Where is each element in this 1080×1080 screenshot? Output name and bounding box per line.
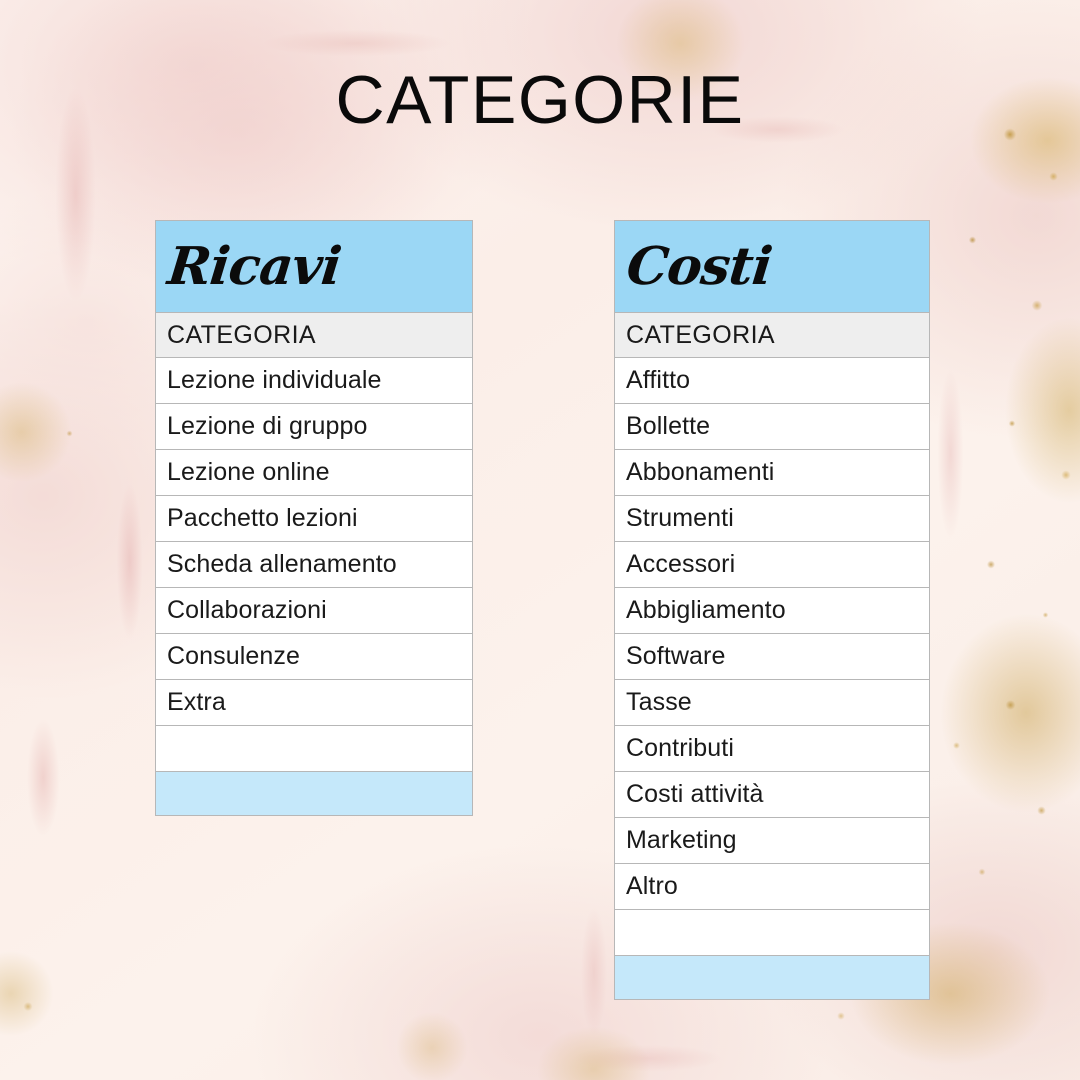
table-row[interactable]: Costi attività	[615, 772, 929, 818]
table-costi-footer	[615, 956, 929, 999]
table-ricavi: Ricavi CATEGORIA Lezione individuale Lez…	[155, 220, 473, 816]
table-row[interactable]: Extra	[156, 680, 472, 726]
table-row[interactable]: Lezione individuale	[156, 358, 472, 404]
table-row[interactable]: Scheda allenamento	[156, 542, 472, 588]
table-row-empty[interactable]	[156, 726, 472, 772]
table-costi: Costi CATEGORIA Affitto Bollette Abbonam…	[614, 220, 930, 1000]
table-costi-header: Costi	[615, 221, 929, 312]
table-costi-title: Costi	[623, 235, 775, 297]
table-ricavi-column-header: CATEGORIA	[156, 312, 472, 358]
table-ricavi-title: Ricavi	[164, 235, 344, 297]
table-row[interactable]: Contributi	[615, 726, 929, 772]
table-row[interactable]: Abbigliamento	[615, 588, 929, 634]
table-ricavi-header: Ricavi	[156, 221, 472, 312]
table-row[interactable]: Collaborazioni	[156, 588, 472, 634]
table-row[interactable]: Bollette	[615, 404, 929, 450]
table-row[interactable]: Lezione online	[156, 450, 472, 496]
table-row[interactable]: Accessori	[615, 542, 929, 588]
table-row[interactable]: Pacchetto lezioni	[156, 496, 472, 542]
table-row[interactable]: Affitto	[615, 358, 929, 404]
slide-canvas: CATEGORIE Ricavi CATEGORIA Lezione indiv…	[0, 0, 1080, 1080]
table-row[interactable]: Tasse	[615, 680, 929, 726]
table-row-empty[interactable]	[615, 910, 929, 956]
table-row[interactable]: Marketing	[615, 818, 929, 864]
table-row[interactable]: Consulenze	[156, 634, 472, 680]
table-row[interactable]: Strumenti	[615, 496, 929, 542]
table-ricavi-footer	[156, 772, 472, 815]
table-costi-column-header: CATEGORIA	[615, 312, 929, 358]
table-row[interactable]: Lezione di gruppo	[156, 404, 472, 450]
page-title: CATEGORIE	[335, 62, 745, 138]
table-row[interactable]: Altro	[615, 864, 929, 910]
table-row[interactable]: Software	[615, 634, 929, 680]
table-row[interactable]: Abbonamenti	[615, 450, 929, 496]
